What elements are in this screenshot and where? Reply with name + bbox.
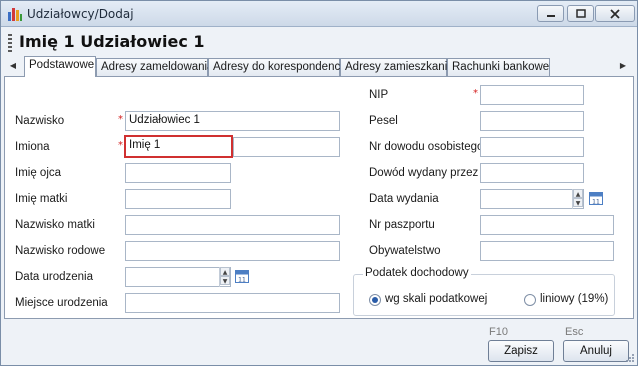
- radio-liniowy-label[interactable]: liniowy (19%): [540, 293, 608, 305]
- data-urodzenia-input[interactable]: [125, 267, 231, 287]
- close-button[interactable]: [595, 5, 635, 22]
- nr-dowodu-input[interactable]: [480, 137, 584, 157]
- nip-input[interactable]: [480, 85, 584, 105]
- data-wydania-spinner[interactable]: ▲ ▼: [572, 189, 583, 209]
- nip-label: NIP: [369, 89, 389, 101]
- calendar-icon[interactable]: 11: [589, 192, 603, 205]
- tab-scroll-right-icon[interactable]: ▶: [616, 59, 630, 73]
- maximize-icon: [576, 9, 586, 18]
- radio-skala-podatkowa[interactable]: [369, 294, 381, 306]
- imiona-input[interactable]: Imię 1: [124, 135, 233, 158]
- save-hotkey: F10: [489, 326, 508, 338]
- pesel-input[interactable]: [480, 111, 584, 131]
- maximize-button[interactable]: [567, 5, 594, 22]
- nazwisko-input[interactable]: Udziałowiec 1: [125, 111, 340, 131]
- tab-strip: ◀ Podstawowe Adresy zameldowania Adresy …: [4, 56, 634, 77]
- required-marker: *: [473, 88, 478, 99]
- spin-down-icon[interactable]: ▼: [220, 276, 230, 285]
- resize-grip-icon[interactable]: [625, 353, 635, 363]
- nr-paszportu-input[interactable]: [480, 215, 614, 235]
- imie-ojca-input[interactable]: [125, 163, 231, 183]
- nazwisko-rodowe-label: Nazwisko rodowe: [15, 245, 106, 257]
- close-icon: [610, 9, 620, 19]
- dowod-wydany-label: Dowód wydany przez: [369, 167, 479, 179]
- calendar-day-text: 11: [592, 199, 600, 206]
- imie-matki-input[interactable]: [125, 189, 231, 209]
- required-marker: *: [118, 140, 123, 151]
- app-icon: [8, 8, 22, 21]
- nazwisko-matki-input[interactable]: [125, 215, 340, 235]
- imiona-second-input[interactable]: [233, 137, 340, 157]
- dowod-wydany-input[interactable]: [480, 163, 584, 183]
- spin-down-icon[interactable]: ▼: [573, 198, 583, 207]
- radio-liniowy[interactable]: [524, 294, 536, 306]
- cancel-button[interactable]: Anuluj: [563, 340, 629, 362]
- cancel-hotkey: Esc: [565, 326, 584, 338]
- nazwisko-rodowe-input[interactable]: [125, 241, 340, 261]
- title-bar[interactable]: Udziałowcy/Dodaj: [1, 1, 637, 27]
- pesel-label: Pesel: [369, 115, 398, 127]
- tab-adresy-korespondencji[interactable]: Adresy do korespondencji: [208, 58, 345, 76]
- nazwisko-matki-label: Nazwisko matki: [15, 219, 95, 231]
- nazwisko-label: Nazwisko: [15, 115, 65, 127]
- record-title: Imię 1 Udziałowiec 1: [19, 32, 205, 51]
- obywatelstwo-label: Obywatelstwo: [369, 245, 441, 257]
- grip-icon: [8, 34, 12, 52]
- tab-rachunki-bankowe[interactable]: Rachunki bankowe: [447, 58, 550, 76]
- tax-group: Podatek dochodowy wg skali podatkowej li…: [353, 267, 615, 316]
- spin-up-icon[interactable]: ▲: [573, 189, 583, 198]
- data-wydania-input[interactable]: [480, 189, 584, 209]
- calendar-icon[interactable]: 11: [235, 270, 249, 283]
- nr-paszportu-label: Nr paszportu: [369, 219, 435, 231]
- imie-ojca-label: Imię ojca: [15, 167, 62, 179]
- minimize-button[interactable]: [537, 5, 564, 22]
- save-button[interactable]: Zapisz: [488, 340, 554, 362]
- data-urodzenia-label: Data urodzenia: [15, 271, 93, 283]
- tab-scroll-left-icon[interactable]: ◀: [6, 59, 20, 73]
- imie-matki-label: Imię matki: [15, 193, 68, 205]
- tax-group-title: Podatek dochodowy: [363, 267, 471, 279]
- radio-skala-label[interactable]: wg skali podatkowej: [385, 293, 487, 305]
- miejsce-urodzenia-label: Miejsce urodzenia: [15, 297, 108, 309]
- miejsce-urodzenia-input[interactable]: [125, 293, 340, 313]
- record-header: Imię 1 Udziałowiec 1: [1, 28, 637, 56]
- data-wydania-label: Data wydania: [369, 193, 439, 205]
- obywatelstwo-input[interactable]: [480, 241, 614, 261]
- spin-up-icon[interactable]: ▲: [220, 267, 230, 276]
- dialog-window: Udziałowcy/Dodaj Imię 1 Udziałowiec 1 ◀ …: [0, 0, 638, 366]
- nr-dowodu-label: Nr dowodu osobistego: [369, 141, 484, 153]
- calendar-day-text: 11: [238, 277, 246, 284]
- data-urodzenia-spinner[interactable]: ▲ ▼: [219, 267, 230, 287]
- tab-adresy-zamieszkania[interactable]: Adresy zamieszkania: [340, 58, 454, 76]
- tab-adresy-zameldowania[interactable]: Adresy zameldowania: [96, 58, 214, 76]
- required-marker: *: [118, 114, 123, 125]
- imiona-label: Imiona: [15, 141, 50, 153]
- minimize-icon: [547, 15, 555, 17]
- window-title: Udziałowcy/Dodaj: [27, 7, 134, 21]
- tab-podstawowe[interactable]: Podstawowe: [24, 56, 96, 77]
